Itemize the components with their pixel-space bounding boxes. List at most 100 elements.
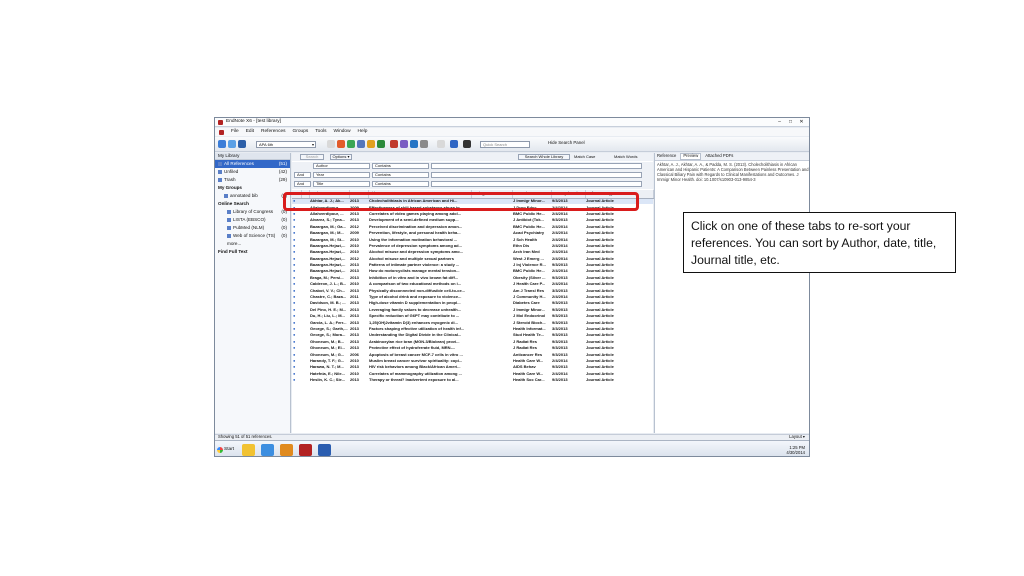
menu-help[interactable]: Help xyxy=(358,129,368,135)
endnote-screenshot: EndNote X6 - [test library] – □ ✕ File E… xyxy=(214,117,810,457)
internet-explorer-icon[interactable] xyxy=(261,444,274,456)
search-term-input[interactable] xyxy=(431,163,642,169)
sidebar-section-online-search[interactable]: Online Search xyxy=(215,200,290,208)
close-button[interactable]: ✕ xyxy=(797,119,806,125)
sidebar-item-all-references[interactable]: All References (51) xyxy=(215,160,290,168)
refresh-icon[interactable] xyxy=(377,140,385,148)
search-bool-select[interactable]: And xyxy=(294,181,311,187)
search-source-icon xyxy=(227,234,231,238)
word-task-icon[interactable] xyxy=(318,444,331,456)
online-icon[interactable] xyxy=(367,140,375,148)
sidebar-item-unfiled[interactable]: Unfiled (42) xyxy=(215,168,290,176)
sidebar-item-trash[interactable]: Trash (29) xyxy=(215,176,290,184)
sidebar-item-web-of-science[interactable]: Web of Science (TS) (0) xyxy=(215,232,290,240)
search-term-input[interactable] xyxy=(431,181,642,187)
sidebar-item-library-of-congress[interactable]: Library of Congress (0) xyxy=(215,208,290,216)
sidebar-item-lista[interactable]: LISTA (EBSCO) (0) xyxy=(215,216,290,224)
read-status-icon: ● xyxy=(293,377,296,383)
attachment-cell xyxy=(301,377,309,383)
format-icon[interactable] xyxy=(347,140,355,148)
title-cell: Therapy or threat? Inadvertent exposure … xyxy=(369,377,459,383)
options-button[interactable]: Options ▾ xyxy=(330,154,352,160)
start-button[interactable]: Start xyxy=(217,444,237,456)
find-icon[interactable] xyxy=(337,140,345,148)
sync-icon[interactable] xyxy=(400,140,408,148)
search-field-select[interactable]: Title xyxy=(313,181,370,187)
search-row-2: And Year Contains xyxy=(292,171,653,180)
local-library-icon[interactable] xyxy=(218,140,226,148)
groups-panel: My Library All References (51) Unfiled (… xyxy=(215,153,291,433)
sidebar-item-pubmed[interactable]: PubMed (NLM) (0) xyxy=(215,224,290,232)
search-bool-select[interactable]: And xyxy=(294,172,311,178)
table-row[interactable]: ● Heslin, K. C.; Sle... 2013 Therapy or thr… xyxy=(292,377,653,383)
tab-preview[interactable]: Preview xyxy=(680,153,702,160)
tab-reference[interactable]: Reference xyxy=(657,154,676,158)
layout-button[interactable]: Layout ▾ xyxy=(789,435,805,439)
search-whole-library-select[interactable]: Search Whole Library xyxy=(518,154,570,160)
menu-file[interactable]: File xyxy=(231,129,239,135)
search-term-input[interactable] xyxy=(431,172,642,178)
copy-icon[interactable] xyxy=(437,140,445,148)
hide-search-panel-button[interactable]: Hide Search Panel xyxy=(548,140,585,145)
minimize-button[interactable]: – xyxy=(775,119,784,125)
system-tray-clock[interactable]: 1:25 PM 4/30/2014 xyxy=(786,445,805,455)
preview-tabs: Reference Preview Attached PDFs xyxy=(655,153,809,161)
search-icon[interactable] xyxy=(463,140,471,148)
menu-edit[interactable]: Edit xyxy=(246,129,254,135)
journal-cell: Health Soc Car... xyxy=(513,377,545,383)
trash-icon xyxy=(218,178,222,182)
explorer-icon[interactable] xyxy=(242,444,255,456)
sidebar-item-more[interactable]: more... xyxy=(215,240,290,248)
integrated-library-icon[interactable] xyxy=(238,140,246,148)
reference-table: ● ⊘ Author ▲ Year Title Rating Journal L… xyxy=(292,190,654,383)
sidebar-section-find-full-text[interactable]: Find Full Text xyxy=(215,248,290,256)
document-icon xyxy=(219,129,224,135)
rating-cell xyxy=(471,377,512,383)
search-source-icon xyxy=(227,218,231,222)
search-source-icon xyxy=(227,226,231,230)
endnote-task-icon[interactable] xyxy=(299,444,312,456)
match-words-checkbox[interactable]: Match Words xyxy=(614,155,638,159)
menu-references[interactable]: References xyxy=(261,129,286,135)
search-row-3: And Title Contains xyxy=(292,180,653,189)
online-search-icon[interactable] xyxy=(228,140,236,148)
search-source-icon xyxy=(227,210,231,214)
instruction-callout: Click on one of these tabs to re-sort yo… xyxy=(683,212,956,273)
menu-window[interactable]: Window xyxy=(333,129,350,135)
media-player-icon[interactable] xyxy=(280,444,293,456)
match-case-checkbox[interactable]: Match Case xyxy=(574,155,595,159)
word-icon[interactable] xyxy=(410,140,418,148)
style-select[interactable]: APA 6th ▾ xyxy=(256,141,316,148)
tab-attached-pdfs[interactable]: Attached PDFs xyxy=(705,154,733,158)
author-cell: Heslin, K. C.; Sle... xyxy=(310,377,346,383)
search-field-select[interactable]: Year xyxy=(313,172,370,178)
menu-groups[interactable]: Groups xyxy=(293,129,309,135)
globe-icon[interactable] xyxy=(390,140,398,148)
search-operator-select[interactable]: Contains xyxy=(372,172,429,178)
endnote-logo-icon xyxy=(218,120,223,125)
reference-table-body: ● Akhtar, A. J.; Ak... 2013 Cholecholithias… xyxy=(292,198,653,383)
quick-search-input[interactable]: Quick Search xyxy=(480,141,530,148)
search-button[interactable]: Search xyxy=(300,154,324,160)
year-cell: 2013 xyxy=(350,377,359,383)
share-icon[interactable] xyxy=(420,140,428,148)
maximize-button[interactable]: □ xyxy=(786,119,795,125)
help-icon[interactable] xyxy=(450,140,458,148)
insert-citation-icon[interactable] xyxy=(327,140,335,148)
sidebar-section-my-groups[interactable]: My Groups xyxy=(215,184,290,192)
window-title: EndNote X6 - [test library] xyxy=(226,119,281,124)
toolbar: APA 6th ▾ Quick Search Hide Search Panel xyxy=(215,137,809,152)
library-icon xyxy=(218,162,222,166)
folder-icon xyxy=(218,170,222,174)
windows-logo-icon xyxy=(217,447,223,453)
new-reference-icon[interactable] xyxy=(357,140,365,148)
search-operator-select[interactable]: Contains xyxy=(372,181,429,187)
menu-tools[interactable]: Tools xyxy=(315,129,326,135)
last-updated-cell: 9/3/2013 xyxy=(552,377,568,383)
search-operator-select[interactable]: Contains xyxy=(372,163,429,169)
search-field-select[interactable]: Author xyxy=(313,163,370,169)
preview-panel: Reference Preview Attached PDFs Akhtar, … xyxy=(654,153,809,433)
sidebar-item-annotated-bib[interactable]: annotated bib (9) xyxy=(215,192,290,200)
chevron-down-icon: ▾ xyxy=(311,141,314,147)
reference-preview-text: Akhtar, A. J., Akhtar, A. A., & Padda, M… xyxy=(657,162,809,182)
